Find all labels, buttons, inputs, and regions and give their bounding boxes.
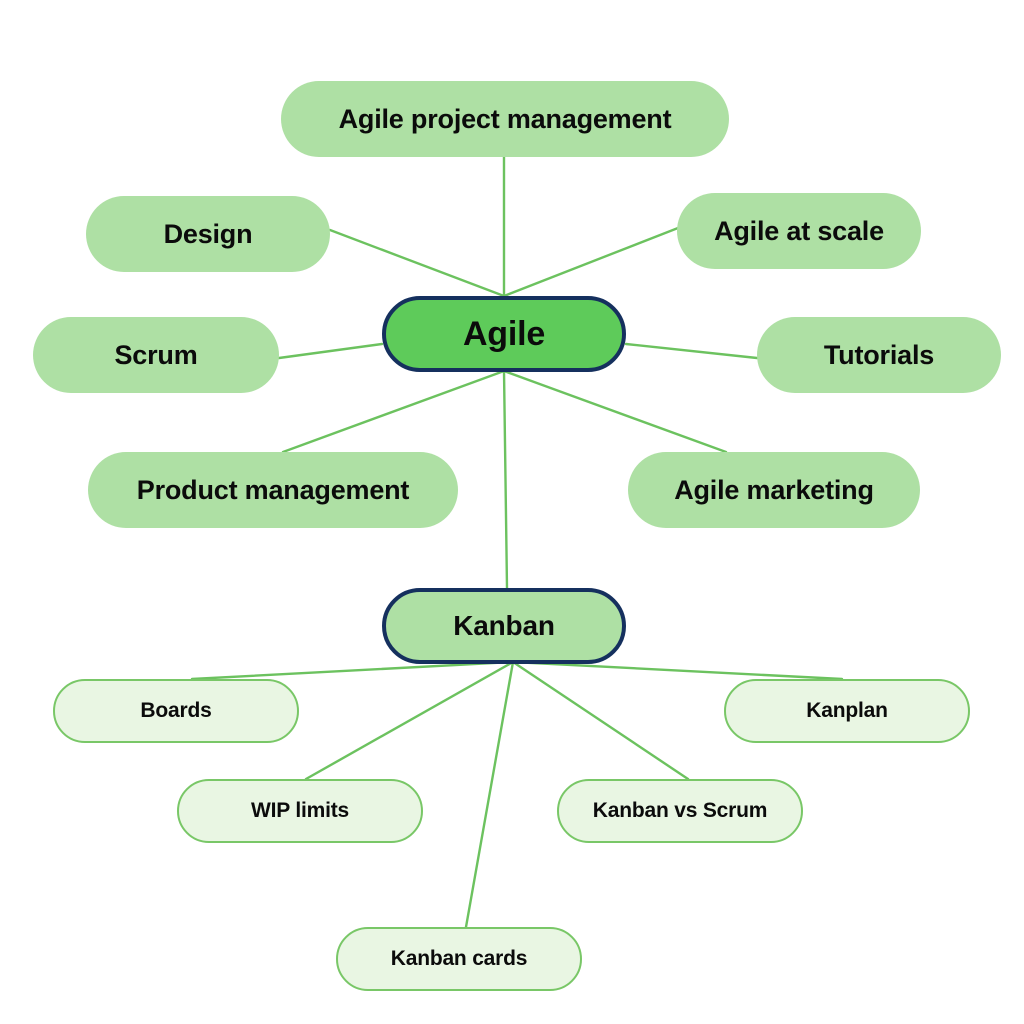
- root-node-agile[interactable]: Agile: [382, 296, 626, 372]
- leaf-node[interactable]: Boards: [53, 679, 299, 743]
- leaf-node-label: WIP limits: [251, 799, 349, 822]
- hub-node-label: Kanban: [453, 610, 555, 641]
- edge-line: [511, 660, 844, 681]
- mind-map-canvas: Agile project management Design Agile at s…: [0, 0, 1024, 1024]
- leaf-node-label: Kanplan: [806, 699, 888, 722]
- leaf-node[interactable]: Kanplan: [724, 679, 970, 743]
- leaf-node[interactable]: WIP limits: [177, 779, 423, 843]
- edge-line: [511, 660, 690, 781]
- branch-node[interactable]: Tutorials: [757, 317, 1001, 393]
- branch-node[interactable]: Agile project management: [281, 81, 729, 157]
- leaf-node-label: Kanban vs Scrum: [592, 799, 768, 822]
- branch-node-label: Product management: [136, 474, 410, 505]
- branch-node-label: Agile at scale: [714, 215, 884, 246]
- branch-node-label: Agile project management: [338, 103, 672, 134]
- leaf-node[interactable]: Kanban vs Scrum: [557, 779, 803, 843]
- branch-node[interactable]: Agile marketing: [628, 452, 920, 528]
- branch-node[interactable]: Agile at scale: [677, 193, 921, 269]
- branch-node-label: Agile marketing: [674, 474, 874, 505]
- leaf-node[interactable]: Kanban cards: [336, 927, 582, 991]
- branch-node-label: Tutorials: [823, 339, 935, 370]
- edge-line: [502, 369, 728, 454]
- leaf-node-label: Kanban cards: [390, 947, 528, 970]
- edge-line: [464, 660, 515, 929]
- edge-line: [624, 342, 759, 360]
- edge-line: [328, 228, 506, 298]
- hub-node-kanban[interactable]: Kanban: [382, 588, 626, 664]
- edge-line: [190, 660, 515, 681]
- leaf-node-label: Boards: [140, 699, 212, 722]
- root-node-label: Agile: [462, 314, 546, 353]
- edge-line: [502, 226, 680, 298]
- branch-node-label: Design: [163, 218, 253, 249]
- edge-line: [502, 369, 509, 590]
- edge-line: [281, 369, 506, 454]
- edge-line: [277, 342, 384, 360]
- branch-node[interactable]: Design: [86, 196, 330, 272]
- edge-line: [304, 660, 515, 781]
- branch-node[interactable]: Product management: [88, 452, 458, 528]
- branch-node-label: Scrum: [114, 339, 198, 370]
- branch-node[interactable]: Scrum: [33, 317, 279, 393]
